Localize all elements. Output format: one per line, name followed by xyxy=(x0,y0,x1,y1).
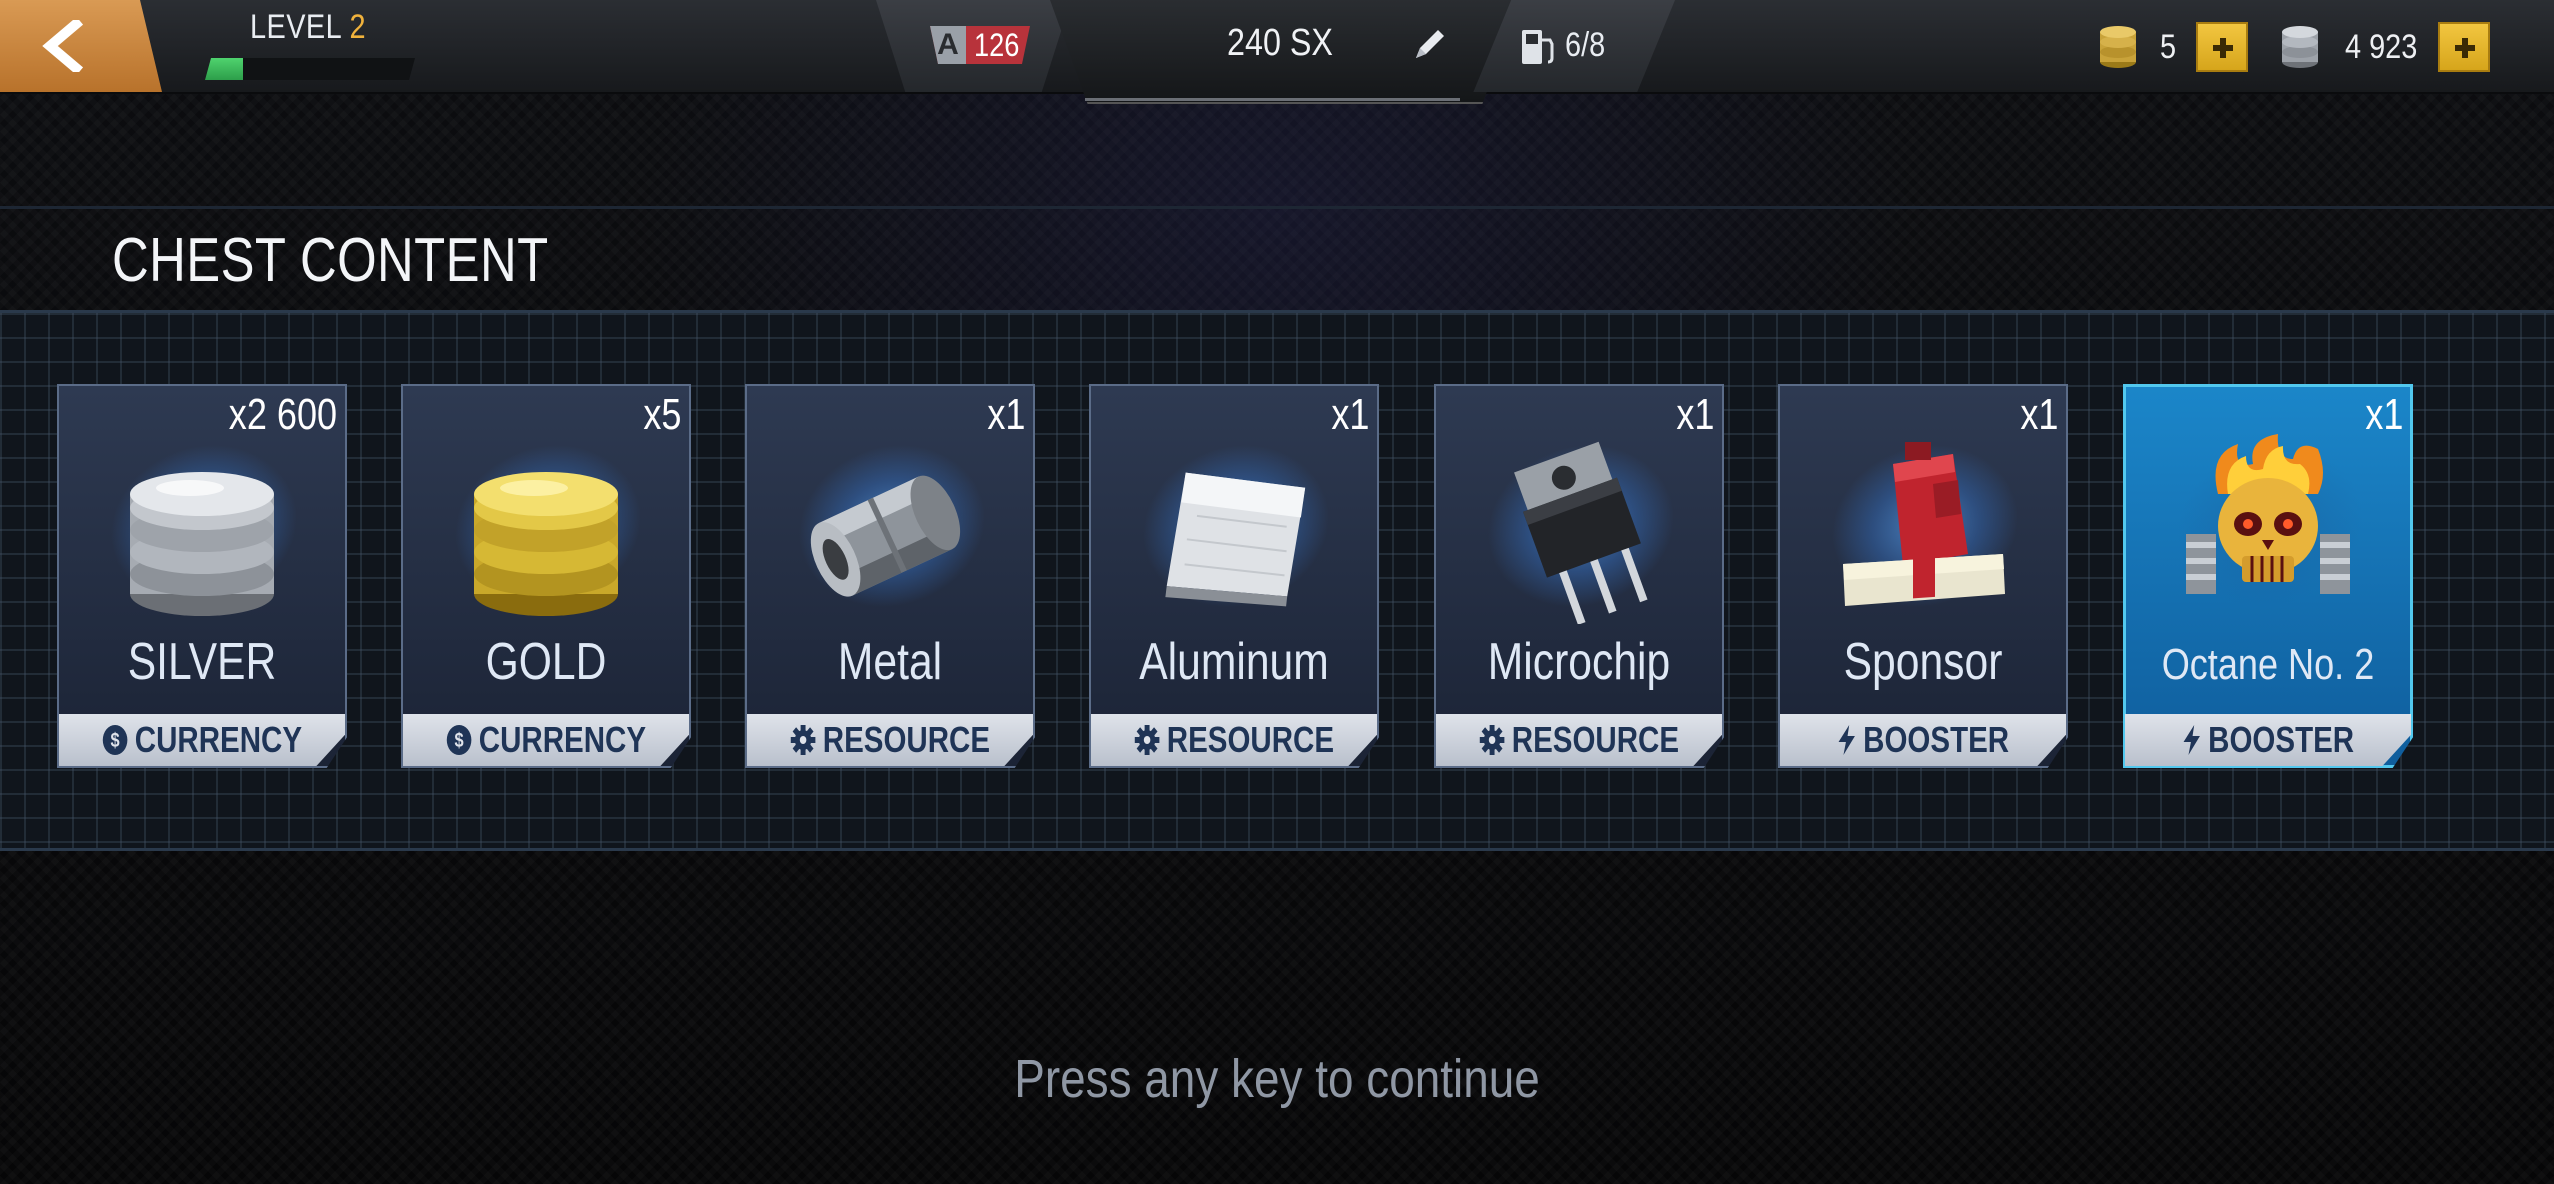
svg-text:$: $ xyxy=(111,728,120,751)
plus-icon xyxy=(2213,38,2233,58)
card-type-label: RESOURCE xyxy=(1511,719,1680,760)
silver-coins-icon xyxy=(2282,26,2318,68)
top-bar: LEVEL 2 A 126 240 SX 6/8 5 4 923 xyxy=(0,0,2554,104)
xp-bar-fill xyxy=(205,58,243,80)
card-type-banner: $ CURRENCY xyxy=(403,714,689,766)
silver-amount: 4 923 xyxy=(2345,28,2418,66)
back-arrow-icon xyxy=(42,20,84,72)
card-quantity: x1 xyxy=(1675,390,1714,439)
performance-rating-badge: A 126 xyxy=(930,26,1030,64)
gear-icon xyxy=(1134,725,1160,755)
press-any-key-prompt[interactable]: Press any key to continue xyxy=(192,1048,2363,1110)
gear-icon xyxy=(1479,725,1505,755)
card-quantity: x2 600 xyxy=(228,390,337,439)
card-type-banner: RESOURCE xyxy=(747,714,1033,766)
card-type-label: BOOSTER xyxy=(1863,719,2010,760)
buy-gold-button[interactable] xyxy=(2196,22,2248,72)
lightning-bolt-icon xyxy=(1838,725,1855,755)
gear-icon xyxy=(790,725,816,755)
rating-value: 126 xyxy=(974,27,1020,63)
card-name: Microchip xyxy=(1487,633,1671,691)
aluminum-sheet-icon xyxy=(1165,472,1306,607)
card-name: GOLD xyxy=(485,633,607,691)
reward-card-sponsor[interactable]: x1 Sponsor BOOSTER xyxy=(1778,384,2068,768)
fuel-pump-icon xyxy=(1522,30,1554,64)
reward-card-gold[interactable]: x5 GOLD $ CURRENCY xyxy=(401,384,691,768)
section-title: CHEST CONTENT xyxy=(112,226,549,295)
card-type-label: BOOSTER xyxy=(2208,719,2355,760)
card-type-banner: RESOURCE xyxy=(1436,714,1722,766)
card-type-label: RESOURCE xyxy=(822,719,991,760)
microchip-icon xyxy=(1514,441,1648,624)
card-type-label: CURRENCY xyxy=(134,719,303,760)
title-divider xyxy=(0,206,2554,209)
reward-card-octane[interactable]: x1 Octane No. 2 BOOSTER xyxy=(2123,384,2413,768)
card-name: SILVER xyxy=(127,633,277,691)
level-number: 2 xyxy=(349,8,366,46)
card-quantity: x1 xyxy=(2019,390,2058,439)
gold-coins-icon xyxy=(474,472,618,616)
currency-icon: $ xyxy=(102,725,128,755)
xp-bar xyxy=(205,58,415,80)
gold-amount: 5 xyxy=(2160,28,2177,66)
flaming-skull-icon xyxy=(2186,434,2350,594)
lightning-bolt-icon xyxy=(2183,725,2200,755)
card-type-label: RESOURCE xyxy=(1166,719,1335,760)
level-label: LEVEL xyxy=(250,8,342,46)
card-type-banner: BOOSTER xyxy=(2125,714,2411,766)
svg-text:$: $ xyxy=(455,728,464,751)
card-name: Sponsor xyxy=(1843,633,2003,691)
card-type-banner: RESOURCE xyxy=(1091,714,1377,766)
card-type-label: CURRENCY xyxy=(478,719,647,760)
card-type-banner: $ CURRENCY xyxy=(59,714,345,766)
fuel-can-cash-icon xyxy=(1843,442,2005,606)
currency-icon: $ xyxy=(446,725,472,755)
reward-card-silver[interactable]: x2 600 SILVER $ CURRENCY xyxy=(57,384,347,768)
card-quantity: x1 xyxy=(1330,390,1369,439)
metal-pipe-icon xyxy=(810,475,961,597)
car-panel-edge xyxy=(1085,98,1460,101)
card-name: Metal xyxy=(837,633,943,691)
gold-coins-icon xyxy=(2100,26,2136,68)
back-button[interactable] xyxy=(0,0,162,92)
card-quantity: x1 xyxy=(2364,390,2403,439)
card-name: Octane No. 2 xyxy=(2161,640,2375,689)
reward-card-microchip[interactable]: x1 Microchip RESOURCE xyxy=(1434,384,1724,768)
silver-coins-icon xyxy=(130,472,274,616)
card-name: Aluminum xyxy=(1139,633,1329,691)
card-quantity: x1 xyxy=(986,390,1025,439)
card-type-banner: BOOSTER xyxy=(1780,714,2066,766)
buy-silver-button[interactable] xyxy=(2438,22,2490,72)
fuel-value: 6/8 xyxy=(1565,26,1606,64)
reward-card-aluminum[interactable]: x1 Aluminum RESOURCE xyxy=(1089,384,1379,768)
level-indicator: LEVEL 2 xyxy=(250,8,366,47)
reward-card-metal[interactable]: x1 Metal RESOURCE xyxy=(745,384,1035,768)
pencil-icon[interactable] xyxy=(1410,24,1450,64)
card-quantity: x5 xyxy=(642,390,681,439)
car-name: 240 SX xyxy=(1227,22,1333,64)
plus-icon xyxy=(2455,38,2475,58)
